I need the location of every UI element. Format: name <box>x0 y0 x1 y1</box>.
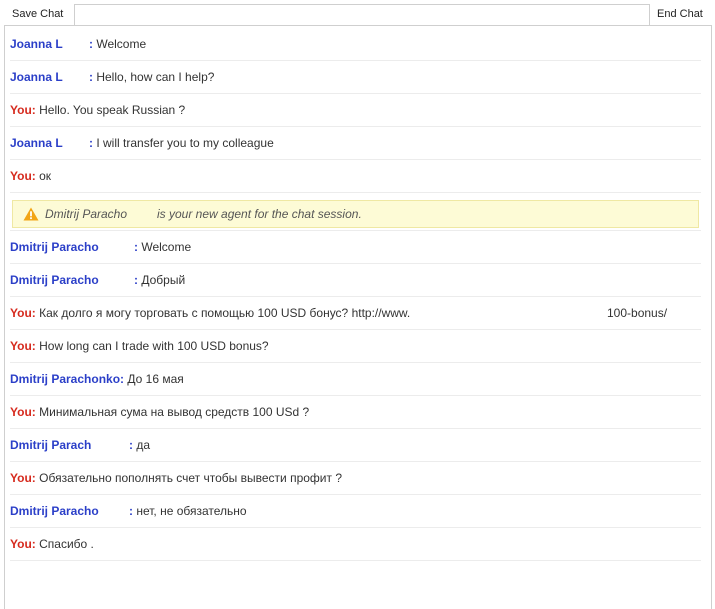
chat-message: Joanna L: Hello, how can I help? <box>10 61 701 94</box>
message-text: ок <box>39 169 52 183</box>
message-sender: Dmitrij Parach <box>10 438 92 452</box>
chat-transcript: Joanna L: Welcome Joanna L: Hello, how c… <box>10 28 701 561</box>
chat-message: You: Hello. You speak Russian ? <box>10 94 701 127</box>
notice-agent-name: Dmitrij Paracho <box>45 207 128 221</box>
message-sender: Dmitrij Parachonko: <box>10 372 125 386</box>
chat-message: Joanna L: Welcome <box>10 28 701 61</box>
message-sender: Joanna L <box>10 70 63 84</box>
chat-message: Dmitrij Paracho: Welcome <box>10 231 701 264</box>
chat-message: You: Как долго я могу торговать с помощь… <box>10 297 701 330</box>
agent-transfer-notice: Dmitrij Paracho is your new agent for the… <box>12 200 699 228</box>
chat-message: You: Обязательно пополнять счет чтобы вы… <box>10 462 701 495</box>
message-text: Спасибо . <box>39 537 94 551</box>
message-text: Welcome <box>141 240 192 254</box>
chat-message: Dmitrij Parach: да <box>10 429 701 462</box>
system-notice-row: Dmitrij Paracho is your new agent for the… <box>10 193 701 231</box>
chat-message: Dmitrij Paracho: нет, не обязательно <box>10 495 701 528</box>
message-text: I will transfer you to my colleague <box>96 136 274 150</box>
message-sender: You: <box>10 471 36 485</box>
message-sender: Dmitrij Paracho <box>10 240 99 254</box>
save-chat-button[interactable]: Save Chat <box>4 4 75 25</box>
message-text: Hello, how can I help? <box>96 70 215 84</box>
chat-message: Joanna L: I will transfer you to my coll… <box>10 127 701 160</box>
message-separator: : <box>134 240 138 254</box>
chat-message: Dmitrij Paracho: Добрый <box>10 264 701 297</box>
message-sender: Joanna L <box>10 136 63 150</box>
chat-message: You: ок <box>10 160 701 193</box>
message-separator: : <box>134 273 138 287</box>
chat-message: You: Минимальная сума на вывод средств 1… <box>10 396 701 429</box>
message-text: Hello. You speak Russian ? <box>39 103 186 117</box>
message-separator: : <box>129 438 133 452</box>
message-separator: : <box>89 37 93 51</box>
message-text: нет, не обязательно <box>136 504 247 518</box>
message-sender: You: <box>10 537 36 551</box>
message-separator: : <box>89 70 93 84</box>
message-text-link-tail: 100-bonus/ <box>607 306 668 320</box>
message-text: да <box>136 438 151 452</box>
notice-text: is your new agent for the chat session. <box>157 207 362 221</box>
message-text: Welcome <box>96 37 147 51</box>
message-text: Минимальная сума на вывод средств 100 US… <box>39 405 310 419</box>
message-sender: You: <box>10 405 36 419</box>
message-sender: You: <box>10 306 36 320</box>
message-text: How long can I trade with 100 USD bonus? <box>39 339 269 353</box>
message-sender: Dmitrij Paracho <box>10 504 99 518</box>
message-sender: You: <box>10 103 36 117</box>
chat-message: You: How long can I trade with 100 USD b… <box>10 330 701 363</box>
message-sender: Joanna L <box>10 37 63 51</box>
end-chat-button[interactable]: End Chat <box>649 4 712 25</box>
message-text: Обязательно пополнять счет чтобы вывести… <box>39 471 343 485</box>
message-sender: You: <box>10 339 36 353</box>
chat-message: Dmitrij Parachonko: До 16 мая <box>10 363 701 396</box>
message-text: Добрый <box>141 273 186 287</box>
message-separator: : <box>89 136 93 150</box>
message-sender: Dmitrij Paracho <box>10 273 99 287</box>
message-text: Как долго я могу торговать с помощью 100… <box>39 306 411 320</box>
chat-message: You: Спасибо . <box>10 528 701 561</box>
chat-toolbar: Save Chat End Chat <box>4 4 712 26</box>
warning-icon <box>23 207 39 221</box>
message-separator: : <box>129 504 133 518</box>
message-text: До 16 мая <box>127 372 184 386</box>
message-sender: You: <box>10 169 36 183</box>
